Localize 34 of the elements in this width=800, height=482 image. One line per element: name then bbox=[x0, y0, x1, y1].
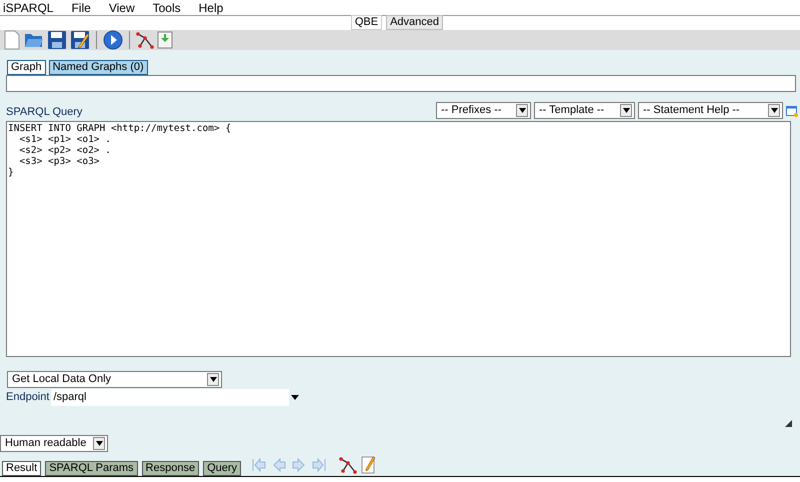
tab[interactable]: Result bbox=[2, 461, 42, 476]
window-icon[interactable] bbox=[786, 104, 798, 116]
tab[interactable]: Response bbox=[142, 461, 200, 476]
tab[interactable]: Query bbox=[203, 461, 242, 476]
menu-item[interactable]: iSPARQL bbox=[3, 0, 54, 16]
save-as-icon[interactable] bbox=[70, 30, 90, 50]
save-icon[interactable] bbox=[47, 30, 67, 50]
format-dropdown[interactable]: Human readable bbox=[0, 435, 108, 452]
graph-field[interactable] bbox=[6, 75, 796, 92]
graph-icon[interactable] bbox=[136, 31, 154, 49]
endpoint-field[interactable]: /sparql bbox=[51, 389, 290, 406]
tab[interactable]: Graph bbox=[7, 60, 46, 75]
edit-icon[interactable] bbox=[361, 455, 378, 475]
tab[interactable]: QBE bbox=[350, 15, 382, 30]
menu-item[interactable]: View bbox=[108, 0, 135, 16]
new-file-icon[interactable] bbox=[3, 30, 21, 50]
tab[interactable]: Named Graphs (0) bbox=[48, 60, 148, 75]
statement-help-dropdown[interactable]: -- Statement Help -- bbox=[638, 102, 783, 119]
run-icon[interactable] bbox=[103, 30, 123, 50]
menu-item[interactable]: Help bbox=[198, 0, 224, 16]
resize-grip-icon[interactable] bbox=[785, 420, 792, 427]
tab[interactable]: Advanced bbox=[386, 15, 443, 30]
query-editor[interactable]: INSERT INTO GRAPH <http://mytest.com> { <s1> <p1> <o1> . <s2> <p2> <o2> . <s3> <p3> <o3> } bbox=[6, 121, 791, 357]
tab[interactable]: SPARQL Params bbox=[45, 461, 138, 476]
query-label: SPARQL Query bbox=[6, 106, 82, 119]
dropdown-arrow-icon[interactable] bbox=[291, 395, 300, 400]
endpoint-label: Endpoint bbox=[6, 390, 50, 406]
prefixes-dropdown[interactable]: -- Prefixes -- bbox=[436, 102, 531, 119]
data-source-dropdown[interactable]: Get Local Data Only bbox=[7, 371, 222, 388]
graph-icon[interactable] bbox=[339, 456, 358, 474]
menu-item[interactable]: File bbox=[71, 0, 91, 16]
menu-item[interactable]: Tools bbox=[152, 0, 181, 16]
template-dropdown[interactable]: -- Template -- bbox=[534, 102, 635, 119]
open-folder-icon[interactable] bbox=[24, 31, 44, 49]
